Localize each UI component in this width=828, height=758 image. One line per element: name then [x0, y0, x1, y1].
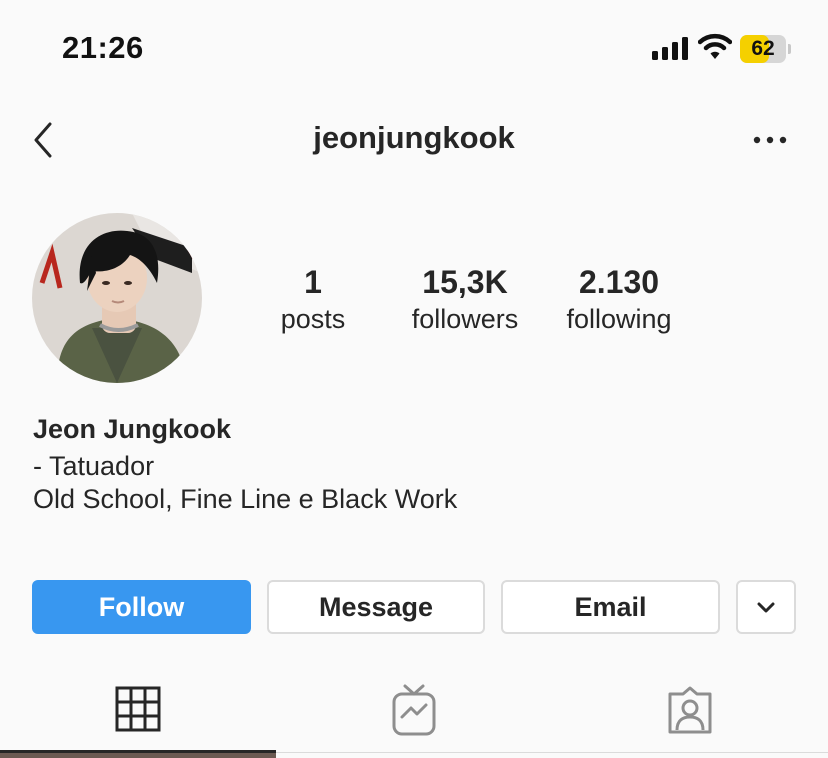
tagged-user-icon: [668, 686, 712, 734]
tab-divider: [276, 752, 828, 753]
profile-username-title: jeonjungkook: [313, 120, 515, 155]
tab-igtv[interactable]: [276, 680, 552, 744]
posts-count: 1: [304, 264, 322, 300]
battery-indicator: 62: [740, 35, 792, 63]
grid-icon: [115, 686, 161, 732]
chevron-down-icon: [757, 602, 775, 613]
followers-label: followers: [411, 304, 519, 334]
bio-line: - Tatuador: [33, 451, 155, 481]
battery-level: 62: [751, 37, 775, 60]
cellular-signal-icon: [652, 36, 690, 65]
following-stat[interactable]: 2.130 following: [548, 262, 690, 336]
posts-stat: 1 posts: [263, 262, 363, 336]
followers-count: 15,3K: [422, 264, 508, 300]
posts-label: posts: [280, 304, 346, 334]
tab-posts-grid[interactable]: [0, 680, 276, 744]
follow-button[interactable]: Follow: [32, 580, 251, 634]
igtv-icon: [392, 684, 436, 736]
following-count: 2.130: [578, 264, 660, 300]
more-options-button[interactable]: [748, 124, 792, 156]
profile-display-name: Jeon Jungkook: [33, 414, 232, 444]
more-horizontal-icon: [753, 136, 787, 144]
tab-tagged[interactable]: [552, 680, 828, 744]
bio-line: Old School, Fine Line e Black Work: [33, 484, 458, 514]
status-time: 21:26: [62, 30, 144, 65]
message-button[interactable]: Message: [267, 580, 485, 634]
profile-photo: [32, 213, 202, 383]
suggested-accounts-button[interactable]: [736, 580, 796, 634]
wifi-icon: [697, 33, 733, 66]
following-label: following: [566, 304, 672, 334]
post-thumbnail[interactable]: [0, 753, 276, 758]
followers-stat[interactable]: 15,3K followers: [395, 262, 535, 336]
email-button[interactable]: Email: [501, 580, 720, 634]
profile-avatar[interactable]: [32, 213, 202, 383]
